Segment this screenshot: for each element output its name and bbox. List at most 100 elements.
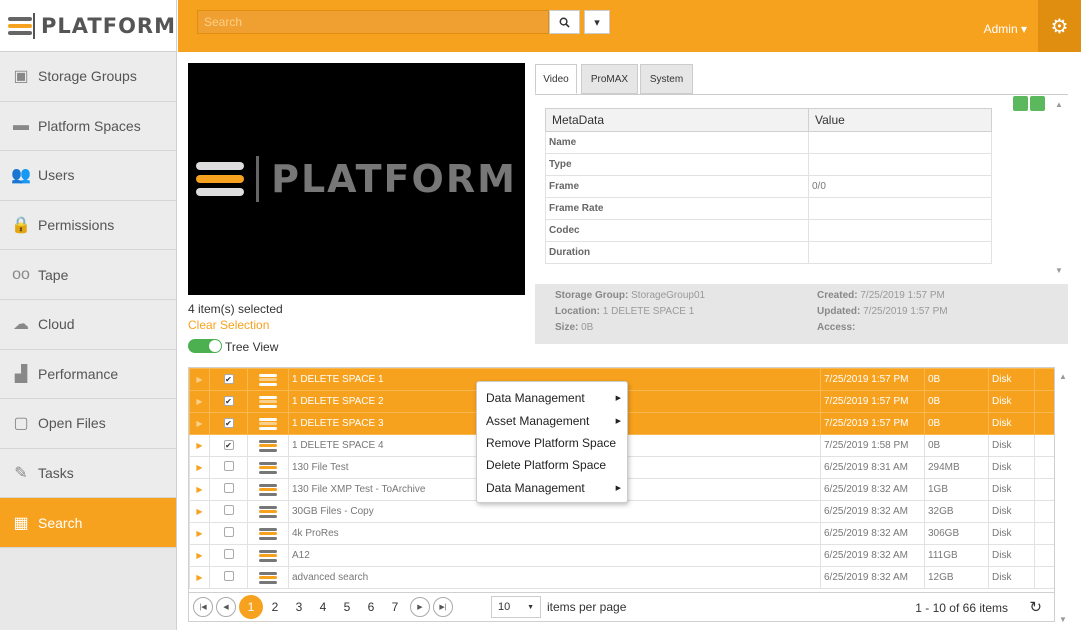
row-checkbox[interactable] <box>223 505 234 515</box>
settings-button[interactable]: ⚙ <box>1038 0 1081 52</box>
refresh-icon[interactable]: ↻ <box>1029 598 1042 616</box>
view-button[interactable] <box>1030 96 1045 111</box>
metadata-row: Name <box>545 131 992 154</box>
row-checkbox[interactable]: ✔ <box>223 374 234 384</box>
sidebar-item-open-files[interactable]: ▢ Open Files <box>0 399 176 449</box>
tree-view-label: Tree View <box>225 340 279 354</box>
row-checkbox[interactable] <box>223 483 234 493</box>
context-menu-item[interactable]: Delete Platform Space <box>477 454 627 476</box>
expand-icon[interactable]: ▶ <box>189 566 210 589</box>
tab-video[interactable]: Video <box>535 64 577 94</box>
sidebar-item-search[interactable]: ▦ Search <box>0 498 176 548</box>
row-icon-cell <box>247 434 289 457</box>
scroll-down-icon[interactable]: ▼ <box>1059 615 1067 624</box>
page-number[interactable]: 4 <box>311 595 335 619</box>
page-number[interactable]: 5 <box>335 595 359 619</box>
row-checkbox[interactable] <box>223 549 234 559</box>
metadata-key: Name <box>545 131 809 154</box>
scroll-up-icon[interactable]: ▲ <box>1055 100 1063 109</box>
row-end-cell <box>1034 412 1054 435</box>
row-checkbox[interactable]: ✔ <box>223 396 234 406</box>
context-menu-item[interactable]: Data Management ▶ <box>477 387 627 409</box>
scroll-down-icon[interactable]: ▼ <box>1055 266 1063 275</box>
page-size-select[interactable]: 10 ▼ <box>491 596 541 618</box>
file-date: 6/25/2019 8:32 AM <box>820 478 925 501</box>
page-number[interactable]: 1 <box>239 595 263 619</box>
submenu-arrow-icon: ▶ <box>615 417 621 425</box>
row-icon-cell <box>247 478 289 501</box>
sidebar-item-cloud[interactable]: ☁ Cloud <box>0 299 176 350</box>
sidebar: PLATFORM ▣ Storage Groups ▬ Platform Spaces… <box>0 0 177 630</box>
expand-icon[interactable]: ▶ <box>189 412 210 435</box>
page-number[interactable]: 6 <box>359 595 383 619</box>
file-size: 0B <box>924 390 989 413</box>
tree-view-toggle[interactable] <box>188 339 222 353</box>
search-options-button[interactable]: ▾ <box>584 10 610 34</box>
row-checkbox-cell <box>209 522 248 545</box>
row-checkbox[interactable] <box>223 571 234 581</box>
prev-page-button[interactable]: ◀ <box>216 597 236 617</box>
sidebar-item-tape[interactable]: oo Tape <box>0 250 176 300</box>
sidebar-item-performance[interactable]: ▟ Performance <box>0 349 176 400</box>
expand-icon[interactable]: ▶ <box>189 500 210 523</box>
table-row[interactable]: ▶ 4k ProRes 6/25/2019 8:32 AM 306GB Disk <box>189 522 1054 545</box>
scroll-up-icon[interactable]: ▲ <box>1059 372 1067 381</box>
sidebar-item-platform-spaces[interactable]: ▬ Platform Spaces <box>0 101 176 152</box>
cloud-icon: ☁ <box>13 316 29 334</box>
clear-selection-link[interactable]: Clear Selection <box>188 318 269 332</box>
sidebar-item-users[interactable]: 👥 Users <box>0 151 176 201</box>
sidebar-item-tasks[interactable]: ✎ Tasks <box>0 448 176 499</box>
last-page-button[interactable]: ▶| <box>433 597 453 617</box>
app-logo[interactable]: PLATFORM <box>0 0 176 52</box>
admin-menu[interactable]: Admin ▾ <box>984 22 1027 36</box>
storage-group-info: Storage Group: StorageGroup01 <box>555 290 705 301</box>
created-info: Created: 7/25/2019 1:57 PM <box>817 290 945 301</box>
sidebar-item-permissions[interactable]: 🔒 Permissions <box>0 200 176 251</box>
platform-space-icon <box>259 461 277 474</box>
context-menu-item[interactable]: Data Management ▶ <box>477 477 627 499</box>
view-button[interactable] <box>1013 96 1028 111</box>
search-button[interactable] <box>549 10 580 34</box>
search-input[interactable] <box>197 10 549 34</box>
expand-icon[interactable]: ▶ <box>189 456 210 479</box>
file-size: 0B <box>924 368 989 391</box>
tab-system[interactable]: System <box>640 64 693 94</box>
platform-space-icon <box>259 505 277 518</box>
expand-icon[interactable]: ▶ <box>189 434 210 457</box>
submenu-arrow-icon: ▶ <box>615 395 621 403</box>
row-icon-cell <box>247 390 289 413</box>
context-menu-item[interactable]: Remove Platform Space <box>477 432 627 454</box>
expand-icon[interactable]: ▶ <box>189 522 210 545</box>
table-row[interactable]: ▶ A12 6/25/2019 8:32 AM 111GB Disk <box>189 544 1054 567</box>
sidebar-item-storage-groups[interactable]: ▣ Storage Groups <box>0 52 176 102</box>
view-toggle-buttons[interactable] <box>1013 96 1045 111</box>
page-number[interactable]: 2 <box>263 595 287 619</box>
platform-logo-icon <box>196 162 245 196</box>
platform-space-icon <box>259 373 277 386</box>
expand-icon[interactable]: ▶ <box>189 544 210 567</box>
sidebar-item-label: Users <box>38 167 75 184</box>
row-checkbox[interactable]: ✔ <box>223 440 234 450</box>
file-type: Disk <box>988 544 1035 567</box>
page-number[interactable]: 3 <box>287 595 311 619</box>
metadata-table: MetaData Value Name Type Frame 0/0 Frame Rat… <box>545 108 992 264</box>
metadata-row: Frame 0/0 <box>545 175 992 198</box>
expand-icon[interactable]: ▶ <box>189 390 210 413</box>
file-type: Disk <box>988 390 1035 413</box>
row-checkbox[interactable]: ✔ <box>223 418 234 428</box>
info-value: 0B <box>581 322 594 333</box>
row-checkbox[interactable] <box>223 527 234 537</box>
row-checkbox[interactable] <box>223 461 234 471</box>
metadata-value <box>808 219 992 242</box>
context-menu-item[interactable]: Asset Management ▶ <box>477 409 627 431</box>
page-number[interactable]: 7 <box>383 595 407 619</box>
first-page-button[interactable]: |◀ <box>193 597 213 617</box>
table-row[interactable]: ▶ advanced search 6/25/2019 8:32 AM 12GB Dis… <box>189 566 1054 589</box>
expand-icon[interactable]: ▶ <box>189 368 210 391</box>
file-type: Disk <box>988 566 1035 589</box>
next-page-button[interactable]: ▶ <box>410 597 430 617</box>
expand-icon[interactable]: ▶ <box>189 478 210 501</box>
table-row[interactable]: ▶ 30GB Files - Copy 6/25/2019 8:32 AM 32GB D… <box>189 500 1054 523</box>
file-date: 7/25/2019 1:57 PM <box>820 368 925 391</box>
tab-promax[interactable]: ProMAX <box>581 64 638 94</box>
